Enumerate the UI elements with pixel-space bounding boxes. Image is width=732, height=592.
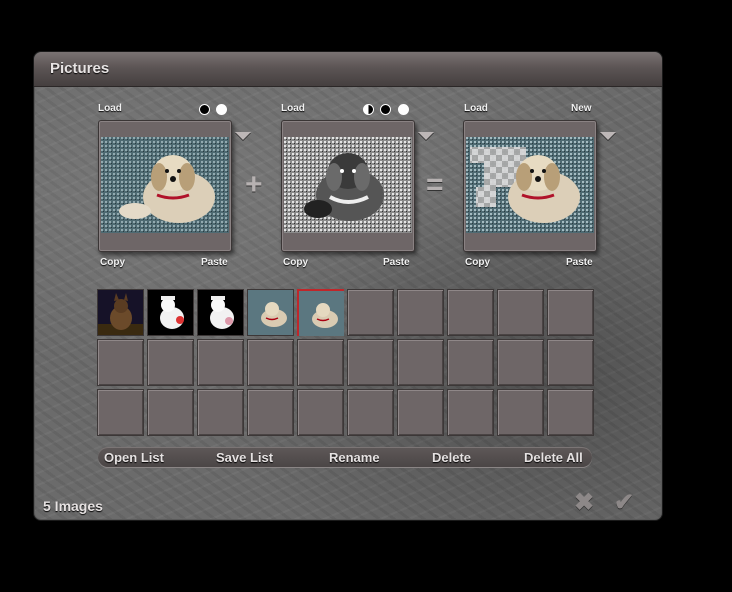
- pictures-dialog: Pictures Load Copy Paste + Load Copy Pas…: [33, 51, 663, 521]
- channel-half-option[interactable]: [363, 104, 374, 115]
- empty-image-slot[interactable]: [147, 389, 194, 436]
- empty-image-slot[interactable]: [147, 339, 194, 386]
- empty-image-slot[interactable]: [347, 289, 394, 336]
- channel-black-option[interactable]: [199, 104, 210, 115]
- empty-image-slot[interactable]: [297, 389, 344, 436]
- rename-button[interactable]: Rename: [329, 450, 380, 465]
- save-list-button[interactable]: Save List: [216, 450, 273, 465]
- image-count-status: 5 Images: [43, 498, 103, 514]
- thumbnail-image: [198, 290, 243, 335]
- result-load-button[interactable]: Load: [464, 103, 488, 114]
- empty-image-slot[interactable]: [347, 389, 394, 436]
- empty-image-slot[interactable]: [97, 389, 144, 436]
- image-thumbnail[interactable]: [197, 289, 244, 336]
- source2-paste-button[interactable]: Paste: [383, 257, 410, 268]
- source2-dropdown-arrow[interactable]: [418, 132, 434, 140]
- empty-image-slot[interactable]: [447, 289, 494, 336]
- empty-image-slot[interactable]: [547, 289, 594, 336]
- source1-load-button[interactable]: Load: [98, 103, 122, 114]
- open-list-button[interactable]: Open List: [104, 450, 164, 465]
- thumbnail-image: [299, 291, 344, 336]
- channel-white-option-2[interactable]: [398, 104, 409, 115]
- source2-load-button[interactable]: Load: [281, 103, 305, 114]
- channel-black-option-2[interactable]: [380, 104, 391, 115]
- list-toolbar: Open List Save List Rename Delete Delete…: [98, 447, 592, 467]
- image-thumbnail[interactable]: [97, 289, 144, 336]
- channel-white-option[interactable]: [216, 104, 227, 115]
- result-copy-button[interactable]: Copy: [465, 257, 490, 268]
- image-thumbnail[interactable]: [247, 289, 294, 336]
- empty-image-slot[interactable]: [447, 389, 494, 436]
- source1-image-frame[interactable]: [98, 120, 232, 252]
- source2-copy-button[interactable]: Copy: [283, 257, 308, 268]
- empty-image-slot[interactable]: [97, 339, 144, 386]
- empty-image-slot[interactable]: [347, 339, 394, 386]
- empty-image-slot[interactable]: [447, 339, 494, 386]
- source2-image-frame[interactable]: [281, 120, 415, 252]
- dialog-title: Pictures: [50, 60, 110, 77]
- image-thumbnail[interactable]: [297, 289, 344, 336]
- title-bar[interactable]: Pictures: [34, 52, 662, 87]
- empty-image-slot[interactable]: [297, 339, 344, 386]
- image-thumbnail[interactable]: [147, 289, 194, 336]
- empty-image-slot[interactable]: [497, 389, 544, 436]
- image-list-grid: [97, 289, 597, 439]
- empty-image-slot[interactable]: [547, 389, 594, 436]
- x-icon[interactable]: ✖: [574, 488, 594, 517]
- empty-image-slot[interactable]: [397, 289, 444, 336]
- source2-image: [284, 137, 412, 233]
- empty-image-slot[interactable]: [247, 389, 294, 436]
- delete-all-button[interactable]: Delete All: [524, 450, 583, 465]
- empty-image-slot[interactable]: [197, 389, 244, 436]
- thumbnail-image: [148, 290, 193, 335]
- result-image: [466, 137, 594, 233]
- thumbnail-image: [98, 290, 143, 335]
- plus-operator: +: [245, 168, 263, 201]
- check-icon[interactable]: ✔: [614, 488, 634, 517]
- empty-image-slot[interactable]: [197, 339, 244, 386]
- result-dropdown-arrow[interactable]: [600, 132, 616, 140]
- empty-image-slot[interactable]: [497, 289, 544, 336]
- empty-image-slot[interactable]: [497, 339, 544, 386]
- result-paste-button[interactable]: Paste: [566, 257, 593, 268]
- source1-dropdown-arrow[interactable]: [235, 132, 251, 140]
- result-image-frame[interactable]: [463, 120, 597, 252]
- empty-image-slot[interactable]: [397, 389, 444, 436]
- source1-image: [101, 137, 229, 233]
- source1-copy-button[interactable]: Copy: [100, 257, 125, 268]
- thumbnail-image: [248, 290, 293, 335]
- result-new-button[interactable]: New: [571, 103, 592, 114]
- empty-image-slot[interactable]: [397, 339, 444, 386]
- source1-paste-button[interactable]: Paste: [201, 257, 228, 268]
- delete-button[interactable]: Delete: [432, 450, 471, 465]
- equals-operator: =: [426, 168, 444, 201]
- empty-image-slot[interactable]: [247, 339, 294, 386]
- empty-image-slot[interactable]: [547, 339, 594, 386]
